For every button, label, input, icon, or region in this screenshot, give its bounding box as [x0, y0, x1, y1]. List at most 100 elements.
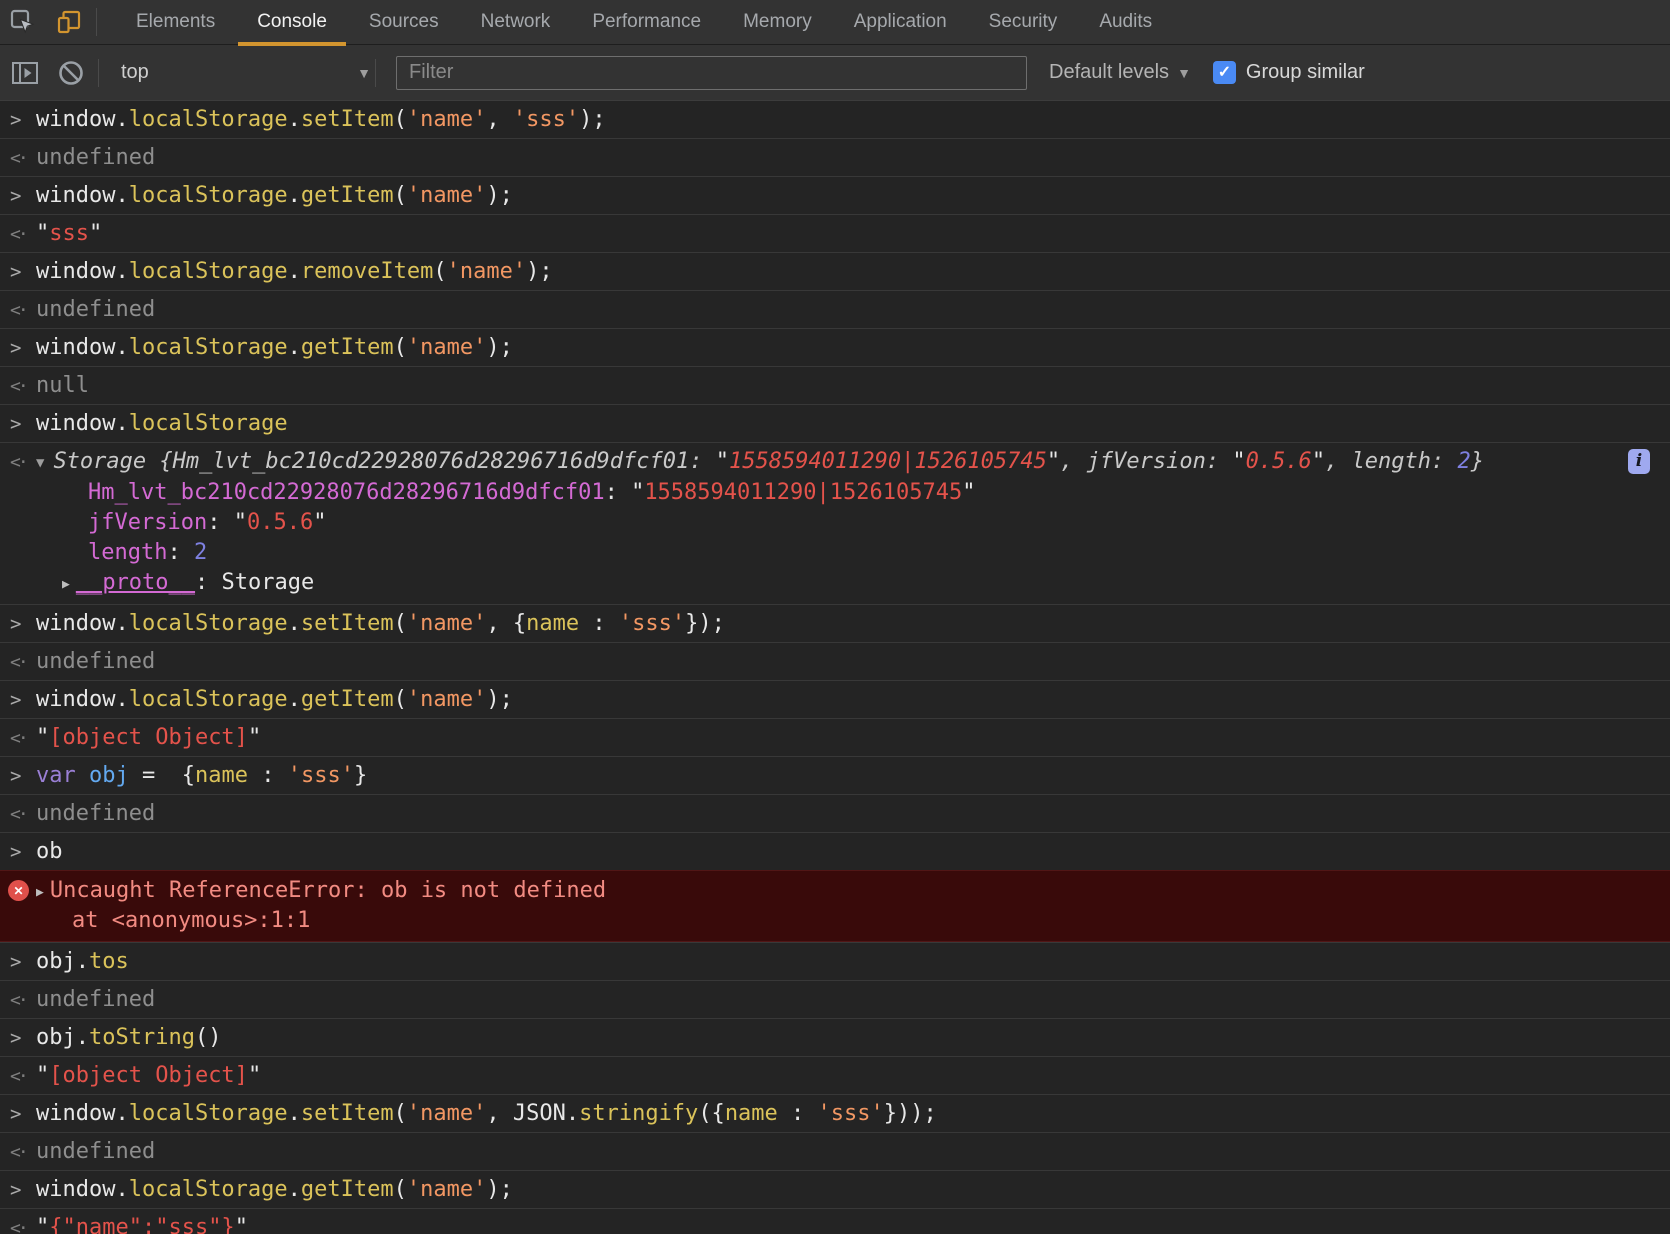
result-arrow-icon: <·: [10, 728, 29, 749]
token: ": [247, 725, 262, 750]
message-text: undefined: [36, 987, 155, 1012]
execution-context-selector[interactable]: top ▼: [103, 61, 371, 84]
object-property-row: jfVersion: "0.5.6": [88, 508, 1660, 538]
token: );: [526, 259, 553, 284]
token: window.: [36, 1177, 129, 1202]
token: 'name': [406, 1101, 487, 1126]
token: :: [167, 540, 194, 565]
token: obj.: [36, 1025, 89, 1050]
token: window.: [36, 335, 129, 360]
show-console-sidebar-button[interactable]: [2, 51, 48, 95]
token: 'name': [446, 259, 527, 284]
console-result-row: <· "sss": [0, 214, 1670, 252]
token: 'sss': [287, 763, 354, 788]
message-text: window.localStorage.getItem('name');: [36, 335, 513, 360]
token: = {: [128, 763, 195, 788]
result-arrow-icon: <·: [10, 990, 29, 1011]
token: sss: [49, 221, 89, 246]
token: .: [287, 335, 301, 360]
token: .: [287, 1177, 301, 1202]
tab-performance[interactable]: Performance: [571, 0, 722, 44]
token: });: [685, 611, 725, 636]
clear-console-button[interactable]: [48, 51, 94, 95]
tab-audits[interactable]: Audits: [1078, 0, 1173, 44]
token: localStorage: [128, 1101, 288, 1126]
token: (: [393, 107, 407, 132]
filter-input[interactable]: [396, 55, 1027, 90]
token: undefined: [36, 145, 156, 170]
token: );: [486, 687, 513, 712]
token: 'name': [406, 687, 487, 712]
token: window.: [36, 1101, 129, 1126]
token: undefined: [36, 297, 156, 322]
prompt-icon: >: [10, 337, 22, 359]
token: );: [486, 183, 513, 208]
token: ": [313, 510, 327, 535]
tab-elements[interactable]: Elements: [115, 0, 236, 44]
tab-console[interactable]: Console: [236, 0, 348, 46]
console-result-row: <· undefined: [0, 794, 1670, 832]
token: .: [287, 183, 301, 208]
token: ": [715, 449, 729, 474]
devtools-tabbar: Elements Console Sources Network Performance…: [0, 0, 1670, 46]
log-level-selector[interactable]: Default levels ▼: [1049, 61, 1191, 84]
device-toolbar-button[interactable]: [46, 0, 92, 44]
token: :: [604, 480, 632, 505]
token: window.: [36, 107, 129, 132]
console-input-row: > window.localStorage: [0, 404, 1670, 442]
token: 0.5.6: [1245, 449, 1312, 474]
token: ,: [486, 107, 513, 132]
message-text: "sss": [36, 221, 102, 246]
token: ": [962, 480, 976, 505]
token: (: [393, 335, 407, 360]
console-input-row: > ob: [0, 832, 1670, 870]
message-text: "{"name":"sss"}": [36, 1215, 248, 1234]
console-input-row: > window.localStorage.setItem('name', {na…: [0, 604, 1670, 642]
prompt-icon: >: [10, 185, 22, 207]
token: :: [195, 570, 222, 595]
result-arrow-icon: <·: [10, 1066, 29, 1087]
prompt-icon: >: [10, 109, 22, 131]
token: );: [486, 335, 513, 360]
token: 0.5.6: [246, 510, 314, 535]
tab-memory[interactable]: Memory: [722, 0, 833, 44]
group-similar-checkbox[interactable]: ✓: [1212, 61, 1236, 84]
token: (: [393, 1177, 407, 1202]
message-text: window.localStorage.getItem('name');: [36, 183, 513, 208]
prompt-icon: >: [10, 413, 22, 435]
message-text: window.localStorage.setItem('name', JSON…: [36, 1101, 937, 1126]
result-arrow-icon: <·: [10, 148, 29, 169]
token: undefined: [36, 987, 156, 1012]
token: ": [233, 510, 247, 535]
info-icon[interactable]: i: [1628, 449, 1650, 474]
token: localStorage: [128, 687, 288, 712]
inspect-element-button[interactable]: [0, 0, 46, 44]
object-preview-text: Storage {Hm_lvt_bc210cd22928076d28296716…: [53, 449, 1484, 474]
proto-text: __proto__: Storage: [76, 570, 314, 595]
token: localStorage: [128, 411, 288, 436]
console-input-row: > window.localStorage.setItem('name', JSO…: [0, 1094, 1670, 1132]
token: null: [36, 373, 89, 398]
result-arrow-icon: <·: [10, 804, 29, 825]
token: ": [247, 1063, 262, 1088]
group-similar-label[interactable]: Group similar: [1246, 61, 1365, 84]
error-text: Uncaught ReferenceError: ob is not defin…: [49, 878, 607, 903]
expand-toggle-icon[interactable]: ▶: [36, 879, 44, 907]
clear-console-icon: [59, 60, 83, 85]
token: getItem: [300, 687, 394, 712]
token: ,: [1325, 449, 1352, 474]
tab-application[interactable]: Application: [833, 0, 968, 44]
log-level-label: Default levels: [1049, 61, 1170, 83]
message-text: undefined: [36, 801, 155, 826]
expand-toggle-icon[interactable]: ▶: [62, 570, 70, 600]
error-stack-text: at <anonymous>:1:1: [72, 908, 311, 933]
tab-network[interactable]: Network: [460, 0, 572, 44]
tab-sources[interactable]: Sources: [348, 0, 460, 44]
console-result-row: <· undefined: [0, 290, 1670, 328]
token: 'name': [406, 107, 487, 132]
token: ": [1232, 449, 1246, 474]
token: ": [1311, 449, 1326, 474]
collapse-toggle-icon[interactable]: ▼: [36, 449, 44, 478]
tab-security[interactable]: Security: [968, 0, 1079, 44]
